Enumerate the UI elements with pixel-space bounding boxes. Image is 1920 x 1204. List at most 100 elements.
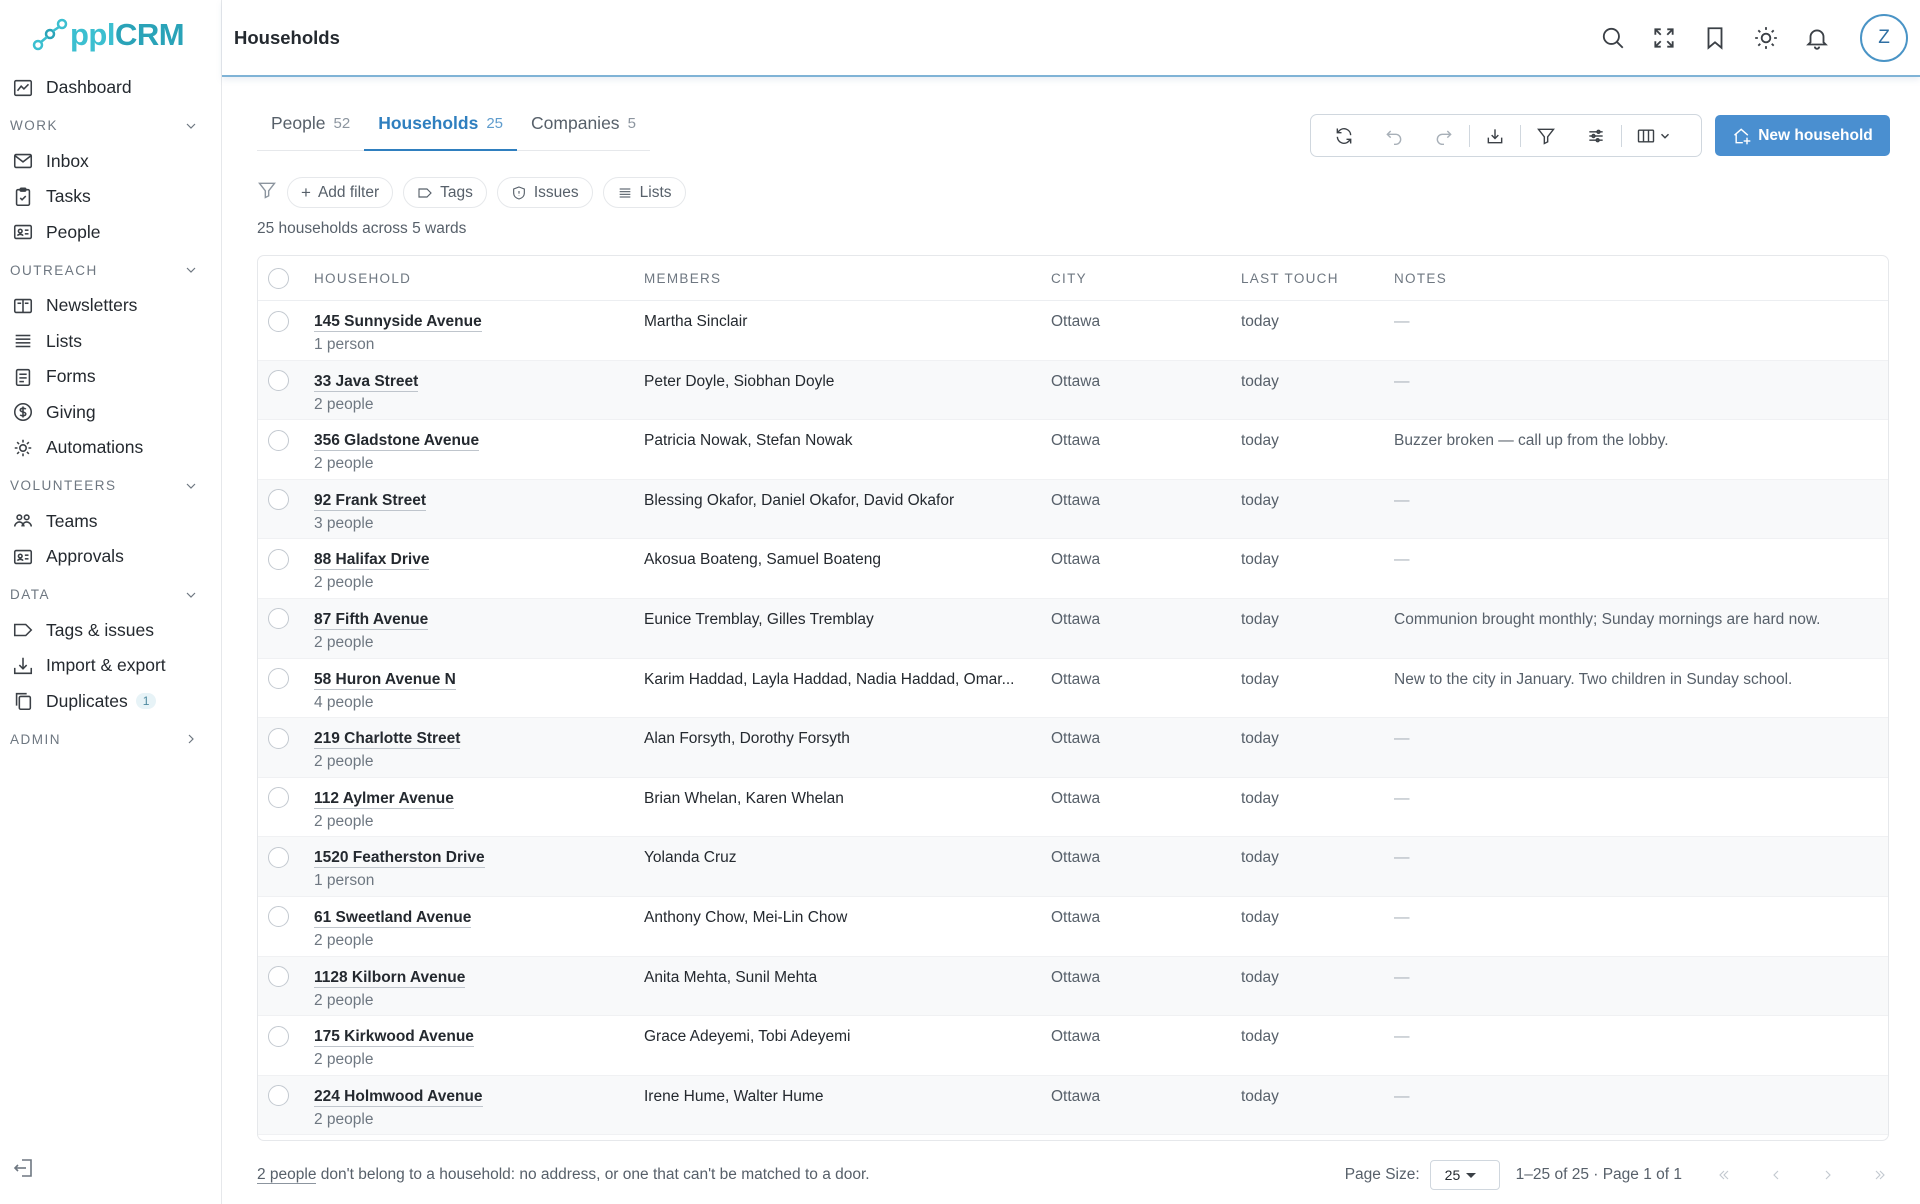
household-link[interactable]: 92 Frank Street: [314, 492, 426, 511]
sidebar-item-tags-issues[interactable]: Tags & issues: [0, 613, 221, 649]
user-avatar[interactable]: Z: [1860, 14, 1908, 62]
tab-households[interactable]: Households 25: [364, 113, 518, 151]
undo-button[interactable]: [1376, 118, 1412, 154]
table-row[interactable]: 219 Charlotte Street 2 people Alan Forsyth…: [258, 718, 1888, 778]
sidebar-item-lists[interactable]: Lists: [0, 324, 221, 360]
row-checkbox[interactable]: [268, 310, 289, 332]
page-size-select[interactable]: 25: [1429, 1160, 1500, 1190]
next-page-button[interactable]: [1818, 1165, 1838, 1185]
household-link[interactable]: 145 Sunnyside Avenue: [314, 313, 482, 332]
household-link[interactable]: 33 Java Street: [314, 373, 419, 392]
column-header-notes[interactable]: NOTES: [1394, 271, 1888, 286]
table-row[interactable]: 92 Frank Street 3 people Blessing Okafor, …: [258, 479, 1888, 540]
sidebar-item-duplicates[interactable]: Duplicates 1: [0, 684, 221, 720]
row-checkbox[interactable]: [268, 370, 289, 392]
results-summary: 25 households across 5 wards: [257, 220, 467, 237]
fullscreen-button[interactable]: [1650, 24, 1678, 52]
table-row[interactable]: 87 Fifth Avenue 2 people Eunice Tremblay, …: [258, 598, 1888, 659]
table-row[interactable]: 88 Halifax Drive 2 people Akosua Boateng, …: [258, 539, 1888, 599]
notifications-button[interactable]: [1803, 24, 1831, 52]
table-row[interactable]: 112 Aylmer Avenue 2 people Brian Whelan, K…: [258, 778, 1888, 838]
section-volunteers[interactable]: VOLUNTEERS: [0, 468, 221, 504]
section-work[interactable]: WORK: [0, 108, 221, 144]
household-link[interactable]: 175 Kirkwood Avenue: [314, 1028, 474, 1048]
sidebar-item-approvals[interactable]: Approvals: [0, 539, 221, 575]
row-checkbox[interactable]: [268, 966, 289, 988]
household-link[interactable]: 1520 Featherston Drive: [314, 849, 485, 869]
first-page-button[interactable]: [1714, 1165, 1734, 1185]
household-link[interactable]: 356 Gladstone Avenue: [314, 432, 480, 452]
sidebar-item-teams[interactable]: Teams: [0, 504, 221, 540]
settings-button[interactable]: [1578, 118, 1614, 154]
table-row[interactable]: 1520 Featherston Drive 1 person Yolanda Cr…: [258, 837, 1888, 897]
household-link[interactable]: 224 Holmwood Avenue: [314, 1088, 483, 1107]
row-checkbox[interactable]: [268, 787, 289, 809]
household-link[interactable]: 1128 Kilborn Avenue: [314, 969, 466, 988]
table-row[interactable]: 1128 Kilborn Avenue 2 people Anita Mehta, …: [258, 956, 1888, 1017]
table-row[interactable]: 61 Sweetland Avenue 2 people Anthony Chow,…: [258, 897, 1888, 957]
row-checkbox[interactable]: [268, 1085, 289, 1107]
lists-filter-chip[interactable]: Lists: [602, 177, 686, 208]
tab-companies[interactable]: Companies 5: [517, 113, 650, 151]
prev-page-button[interactable]: [1766, 1165, 1786, 1185]
row-checkbox[interactable]: [268, 429, 289, 451]
row-checkbox[interactable]: [268, 846, 289, 868]
household-link[interactable]: 88 Halifax Drive: [314, 551, 430, 571]
sidebar-item-forms[interactable]: Forms: [0, 359, 221, 395]
section-admin[interactable]: ADMIN: [0, 721, 221, 757]
table-row[interactable]: 33 Java Street 2 people Peter Doyle, Siobh…: [258, 360, 1888, 421]
sidebar-item-giving[interactable]: Giving: [0, 395, 221, 431]
table-row[interactable]: 224 Holmwood Avenue 2 people Irene Hume, W…: [258, 1075, 1888, 1136]
sidebar-item-automations[interactable]: Automations: [0, 430, 221, 466]
row-select-cell: [258, 599, 314, 639]
sidebar-item-tasks[interactable]: Tasks: [0, 179, 221, 215]
refresh-button[interactable]: [1326, 118, 1362, 154]
filter-button[interactable]: [1528, 118, 1564, 154]
household-link[interactable]: 61 Sweetland Avenue: [314, 909, 472, 928]
household-link[interactable]: 87 Fifth Avenue: [314, 611, 429, 630]
tags-filter-chip[interactable]: Tags: [403, 177, 487, 208]
sidebar-item-people[interactable]: People: [0, 215, 221, 251]
duplicates-count-badge: 1: [135, 693, 157, 710]
issues-filter-chip[interactable]: Issues: [496, 177, 593, 208]
redo-button[interactable]: [1426, 118, 1462, 154]
theme-toggle-button[interactable]: [1752, 24, 1780, 52]
app-logo[interactable]: pplCRM: [0, 0, 221, 70]
unmatched-people-link[interactable]: 2 people: [257, 1166, 317, 1184]
add-filter-chip[interactable]: + Add filter: [287, 177, 394, 208]
last-page-button[interactable]: [1870, 1165, 1890, 1185]
city-cell: Ottawa: [1051, 372, 1101, 390]
row-checkbox[interactable]: [268, 608, 289, 630]
columns-button[interactable]: [1629, 118, 1679, 154]
household-link[interactable]: 219 Charlotte Street: [314, 730, 461, 750]
table-row[interactable]: 145 Sunnyside Avenue 1 person Martha Sincl…: [258, 301, 1888, 361]
row-checkbox[interactable]: [268, 489, 289, 511]
section-outreach[interactable]: OUTREACH: [0, 252, 221, 288]
new-household-button[interactable]: New household: [1715, 115, 1890, 156]
column-header-members[interactable]: MEMBERS: [644, 271, 1051, 286]
table-row[interactable]: 58 Huron Avenue N 4 people Karim Haddad, L…: [258, 659, 1888, 719]
export-button[interactable]: [1477, 118, 1513, 154]
column-header-last-touch[interactable]: LAST TOUCH: [1241, 271, 1394, 286]
row-checkbox[interactable]: [268, 727, 289, 749]
tab-people[interactable]: People 52: [257, 113, 364, 151]
sidebar-item-newsletters[interactable]: Newsletters: [0, 288, 221, 324]
household-link[interactable]: 58 Huron Avenue N: [314, 671, 456, 690]
row-checkbox[interactable]: [268, 906, 289, 928]
sidebar-item-inbox[interactable]: Inbox: [0, 144, 221, 180]
row-checkbox[interactable]: [268, 548, 289, 570]
household-link[interactable]: 112 Aylmer Avenue: [314, 790, 454, 809]
sidebar-item-import-export[interactable]: Import & export: [0, 648, 221, 684]
column-header-household[interactable]: HOUSEHOLD: [314, 271, 644, 286]
select-all-checkbox[interactable]: [268, 267, 289, 289]
bookmark-button[interactable]: [1701, 24, 1729, 52]
table-row[interactable]: 356 Gladstone Avenue 2 people Patricia Now…: [258, 420, 1888, 480]
section-data[interactable]: DATA: [0, 577, 221, 613]
logout-button[interactable]: [12, 1156, 36, 1180]
row-checkbox[interactable]: [268, 1025, 289, 1047]
column-header-city[interactable]: CITY: [1051, 271, 1241, 286]
search-button[interactable]: [1599, 24, 1627, 52]
row-checkbox[interactable]: [268, 668, 289, 690]
sidebar-item-dashboard[interactable]: Dashboard: [0, 70, 221, 106]
table-row[interactable]: 175 Kirkwood Avenue 2 people Grace Adeyemi…: [258, 1016, 1888, 1076]
